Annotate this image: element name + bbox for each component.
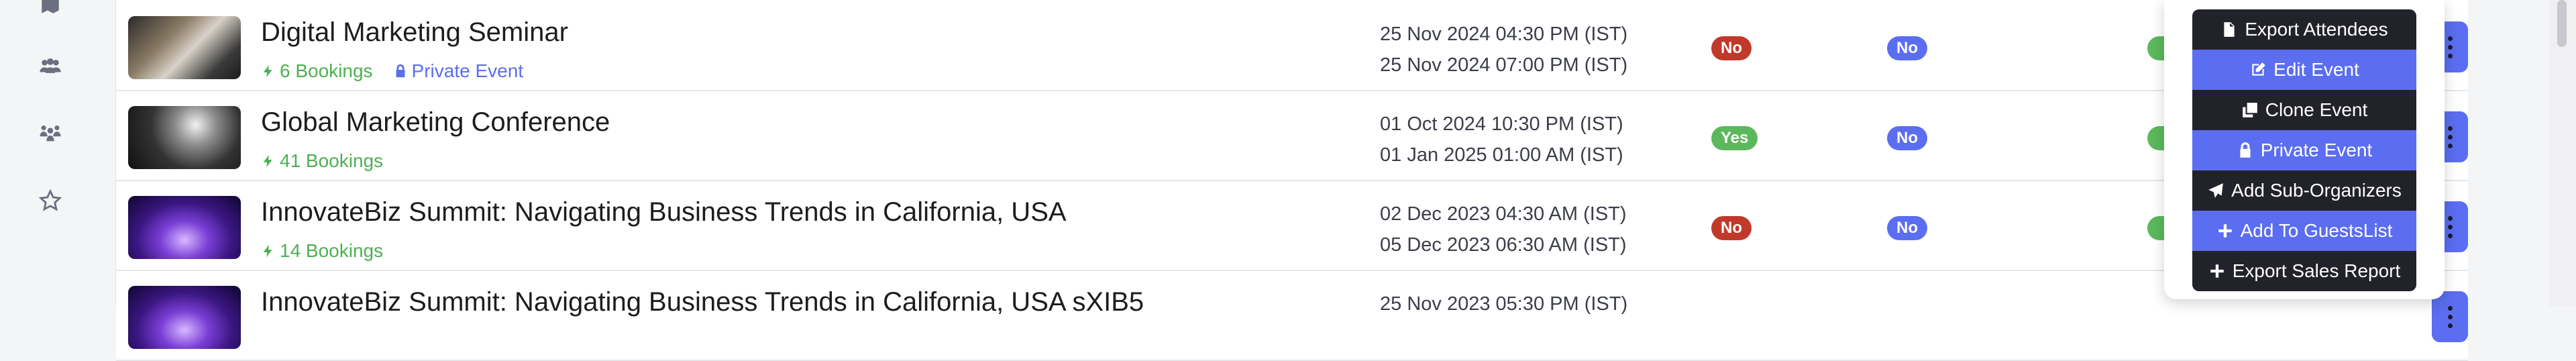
menu-item-label: Export Attendees (2245, 19, 2388, 40)
menu-item-label: Add To GuestsList (2240, 220, 2393, 241)
menu-item-label: Private Event (2260, 140, 2373, 160)
kebab-icon (2447, 34, 2453, 60)
event-meta: 6 Bookings Private Event (261, 60, 523, 82)
bolt-icon (263, 244, 272, 258)
map-icon[interactable] (35, 0, 66, 20)
bookings-count: 14 Bookings (280, 240, 384, 261)
table-row[interactable]: InnovateBiz Summit: Navigating Business … (116, 181, 2468, 271)
row-actions-dropdown: Export Attendees Edit Event Clone Event … (2164, 0, 2445, 299)
event-thumbnail[interactable] (128, 286, 241, 349)
event-end: 25 Nov 2024 07:00 PM (IST) (1380, 54, 1628, 76)
star-icon[interactable] (35, 185, 66, 216)
actions-menu: Export Attendees Edit Event Clone Event … (2192, 9, 2416, 291)
bolt-icon (263, 64, 272, 78)
lock-icon (396, 64, 405, 78)
menu-item-export-sales-report[interactable]: Export Sales Report (2192, 251, 2416, 291)
menu-item-add-sub-organizers[interactable]: Add Sub-Organizers (2192, 170, 2416, 211)
status-badge: No (1711, 36, 1752, 60)
lock-icon (2240, 142, 2251, 158)
user-network-icon[interactable] (35, 118, 66, 149)
bookings-link[interactable]: 14 Bookings (261, 240, 383, 262)
event-start: 25 Nov 2024 04:30 PM (IST) (1380, 23, 1628, 45)
bolt-icon (263, 154, 272, 168)
event-meta: 14 Bookings (261, 240, 383, 262)
sidebar (0, 0, 101, 306)
menu-item-label: Export Sales Report (2232, 260, 2401, 281)
event-dates: 01 Oct 2024 10:30 PM (IST) 01 Jan 2025 0… (1380, 109, 1623, 170)
event-thumbnail[interactable] (128, 106, 241, 169)
table-row[interactable]: Digital Marketing Seminar 6 Bookings Pri… (116, 1, 2468, 91)
events-table: Digital Marketing Seminar 6 Bookings Pri… (115, 0, 2468, 361)
event-end: 01 Jan 2025 01:00 AM (IST) (1380, 144, 1623, 166)
event-start: 25 Nov 2023 05:30 PM (IST) (1380, 293, 1628, 315)
menu-item-label: Edit Event (2273, 59, 2359, 80)
event-start: 02 Dec 2023 04:30 AM (IST) (1380, 203, 1627, 225)
menu-item-label: Clone Event (2265, 99, 2368, 120)
bookings-link[interactable]: 6 Bookings (261, 60, 373, 82)
event-meta: 41 Bookings (261, 150, 383, 172)
private-event-text: Private Event (411, 60, 524, 81)
menu-item-export-attendees[interactable]: Export Attendees (2192, 9, 2416, 50)
plus-icon (2210, 264, 2224, 278)
file-export-icon (2224, 22, 2235, 37)
status-badge: No (1887, 216, 1927, 240)
event-title[interactable]: Global Marketing Conference (261, 107, 610, 138)
bookings-count: 6 Bookings (280, 60, 373, 81)
paper-plane-icon (2208, 183, 2223, 198)
event-dates: 25 Nov 2023 05:30 PM (IST) (1380, 289, 1627, 319)
menu-item-clone-event[interactable]: Clone Event (2192, 90, 2416, 130)
scrollbar-thumb[interactable] (2557, 0, 2567, 47)
edit-icon (2252, 62, 2266, 76)
event-dates: 02 Dec 2023 04:30 AM (IST) 05 Dec 2023 0… (1380, 199, 1627, 260)
event-end: 05 Dec 2023 06:30 AM (IST) (1380, 234, 1627, 256)
menu-item-label: Add Sub-Organizers (2231, 180, 2402, 201)
kebab-icon (2447, 214, 2453, 240)
bookings-link[interactable]: 41 Bookings (261, 150, 383, 172)
event-title[interactable]: Digital Marketing Seminar (261, 17, 568, 48)
status-badge: No (1711, 216, 1752, 240)
table-row[interactable]: InnovateBiz Summit: Navigating Business … (116, 271, 2468, 361)
event-start: 01 Oct 2024 10:30 PM (IST) (1380, 113, 1623, 135)
menu-item-private-event[interactable]: Private Event (2192, 130, 2416, 170)
kebab-icon (2447, 304, 2453, 330)
status-badge: No (1887, 36, 1927, 60)
event-thumbnail[interactable] (128, 16, 241, 79)
event-title[interactable]: InnovateBiz Summit: Navigating Business … (261, 287, 1144, 317)
private-event-label: Private Event (393, 60, 524, 82)
table-row[interactable]: Global Marketing Conference 41 Bookings … (116, 91, 2468, 181)
users-group-icon[interactable] (35, 51, 66, 82)
row-actions-button[interactable] (2432, 291, 2468, 342)
bookings-count: 41 Bookings (280, 150, 384, 171)
event-thumbnail[interactable] (128, 196, 241, 259)
menu-item-add-to-guestslist[interactable]: Add To GuestsList (2192, 211, 2416, 251)
menu-item-edit-event[interactable]: Edit Event (2192, 50, 2416, 90)
event-dates: 25 Nov 2024 04:30 PM (IST) 25 Nov 2024 0… (1380, 19, 1627, 81)
kebab-icon (2447, 124, 2453, 150)
status-badge: Yes (1711, 126, 1758, 150)
event-title[interactable]: InnovateBiz Summit: Navigating Business … (261, 197, 1067, 227)
plus-icon (2218, 224, 2232, 238)
status-badge: No (1887, 126, 1927, 150)
clone-icon (2242, 103, 2257, 117)
